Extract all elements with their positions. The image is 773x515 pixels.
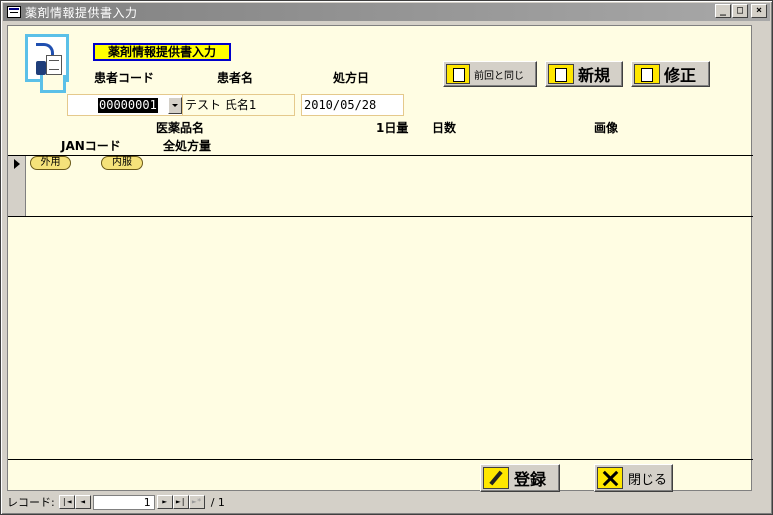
close-button[interactable]: 閉じる (594, 464, 673, 492)
current-record-arrow-icon (14, 159, 20, 169)
window-controls: _ □ × (714, 4, 767, 18)
rx-date-field[interactable]: 2010/05/28 (301, 94, 404, 116)
window-title: 薬剤情報提供書入力 (25, 5, 138, 20)
record-total: / 1 (210, 495, 225, 509)
register-label: 登録 (514, 470, 547, 489)
prev-record-button[interactable]: ◄ (74, 495, 91, 509)
detail-row[interactable]: 外用 内服 (8, 155, 753, 217)
edit-button[interactable]: 修正 (631, 61, 710, 87)
edit-label: 修正 (664, 66, 697, 85)
column-image: 画像 (594, 121, 619, 135)
close-window-button[interactable]: × (751, 4, 767, 18)
last-record-button[interactable]: ►| (172, 495, 189, 509)
record-number-input[interactable]: 1 (92, 494, 155, 510)
prev-same-label: 前回と同じ (474, 70, 524, 82)
column-jan-code: JANコード (61, 139, 121, 153)
title-bar[interactable]: 薬剤情報提供書入力 _ □ × (3, 3, 770, 21)
record-navigation: レコード: |◄ ◄ 1 ► ►| ►* / 1 (7, 493, 752, 511)
register-button[interactable]: 登録 (480, 464, 560, 492)
form-body: 薬剤情報提供書入力 患者コード 患者名 処方日 00000001 テスト 氏名1… (7, 25, 753, 492)
column-days: 日数 (432, 121, 457, 135)
record-label: レコード: (7, 496, 55, 509)
new-button[interactable]: 新規 (545, 61, 623, 87)
copy-previous-icon (446, 64, 470, 84)
external-use-button[interactable]: 外用 (30, 156, 71, 170)
patient-name-label: 患者名 (217, 71, 254, 85)
close-icon (597, 467, 623, 489)
first-record-button[interactable]: |◄ (58, 495, 75, 509)
next-record-button[interactable]: ► (156, 495, 173, 509)
prev-same-button[interactable]: 前回と同じ (443, 61, 537, 87)
document-icon (46, 55, 62, 75)
column-daily-dose: 1日量 (376, 121, 409, 135)
medicine-info-icon (25, 34, 69, 93)
patient-code-combobox[interactable]: 00000001 (67, 94, 184, 116)
patient-name-field[interactable]: テスト 氏名1 (182, 94, 295, 116)
close-label: 閉じる (628, 472, 668, 488)
pencil-icon (483, 467, 509, 489)
medicine-bottle-icon (36, 61, 46, 75)
patient-code-label: 患者コード (94, 71, 155, 85)
new-record-icon (548, 64, 574, 84)
column-drug-name: 医薬品名 (156, 121, 205, 135)
maximize-button[interactable]: □ (732, 4, 748, 18)
new-record-nav-button[interactable]: ►* (188, 495, 205, 509)
edit-icon (634, 64, 660, 84)
chevron-down-icon[interactable] (168, 97, 182, 114)
form-window-icon (7, 6, 21, 18)
rx-date-label: 処方日 (333, 71, 370, 85)
patient-code-value[interactable]: 00000001 (98, 97, 158, 113)
form-title: 薬剤情報提供書入力 (93, 43, 231, 61)
column-total-dose: 全処方量 (163, 139, 212, 153)
icon-frame-tab (40, 75, 66, 93)
new-label: 新規 (578, 66, 611, 85)
minimize-button[interactable]: _ (715, 4, 731, 18)
internal-use-button[interactable]: 内服 (101, 156, 143, 170)
form-header: 薬剤情報提供書入力 患者コード 患者名 処方日 00000001 テスト 氏名1… (8, 26, 753, 156)
record-selector[interactable] (8, 156, 26, 216)
footer-divider (8, 459, 753, 460)
app-window: 薬剤情報提供書入力 _ □ × 薬剤情報提供書入力 患者コード 患者名 処方日 … (0, 0, 773, 515)
